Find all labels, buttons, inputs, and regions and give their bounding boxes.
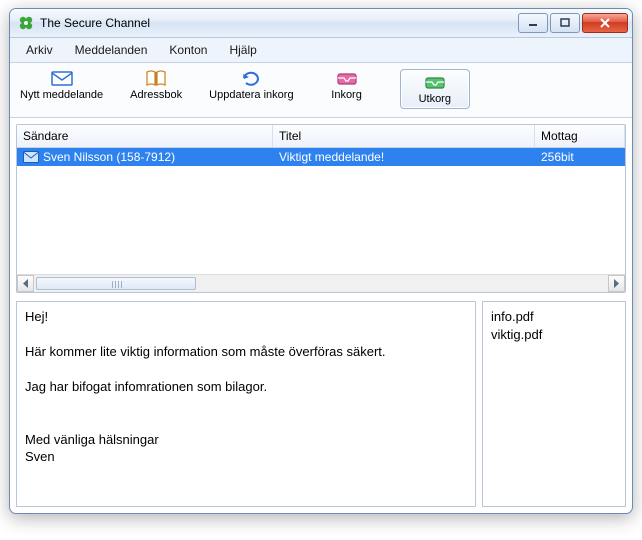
preview-panes: Hej! Här kommer lite viktig information …: [16, 301, 626, 507]
attachments-pane: info.pdf viktig.pdf: [482, 301, 626, 507]
book-icon: [145, 69, 167, 87]
client-area: Sändare Titel Mottag Sven Nilsson (158-7…: [10, 118, 632, 513]
outbox-icon: [424, 73, 446, 91]
col-received[interactable]: Mottag: [535, 125, 625, 147]
menubar: Arkiv Meddelanden Konton Hjälp: [10, 38, 632, 63]
column-headers: Sändare Titel Mottag: [17, 125, 625, 148]
col-title[interactable]: Titel: [273, 125, 535, 147]
scroll-track[interactable]: [34, 275, 608, 292]
refresh-label: Uppdatera inkorg: [209, 89, 293, 101]
grid-body: Sven Nilsson (158-7912) Viktigt meddelan…: [17, 148, 625, 274]
horizontal-scrollbar[interactable]: [17, 274, 625, 292]
outbox-label: Utkorg: [419, 93, 451, 105]
attachment-item[interactable]: viktig.pdf: [491, 326, 617, 344]
menu-meddelanden[interactable]: Meddelanden: [65, 40, 158, 60]
scroll-right-button[interactable]: [608, 275, 625, 292]
app-icon: [18, 15, 34, 31]
menu-arkiv[interactable]: Arkiv: [16, 40, 63, 60]
new-message-button[interactable]: Nytt meddelande: [20, 69, 103, 101]
menu-konton[interactable]: Konton: [159, 40, 217, 60]
toolbar: Nytt meddelande Adressbok Uppdatera inko…: [10, 63, 632, 118]
close-button[interactable]: [582, 13, 628, 33]
row-received: 256bit: [535, 150, 625, 164]
refresh-icon: [240, 69, 262, 87]
refresh-inbox-button[interactable]: Uppdatera inkorg: [209, 69, 293, 101]
app-window: The Secure Channel Arkiv Meddelanden Kon…: [9, 8, 633, 514]
window-title: The Secure Channel: [40, 16, 518, 30]
addressbook-button[interactable]: Adressbok: [121, 69, 191, 101]
table-row[interactable]: Sven Nilsson (158-7912) Viktigt meddelan…: [17, 148, 625, 166]
inbox-label: Inkorg: [331, 89, 362, 101]
minimize-button[interactable]: [518, 13, 548, 33]
row-title: Viktigt meddelande!: [273, 150, 535, 164]
envelope-icon: [51, 69, 73, 87]
menu-hjalp[interactable]: Hjälp: [219, 40, 266, 60]
inbox-icon: [336, 69, 358, 87]
message-body-pane[interactable]: Hej! Här kommer lite viktig information …: [16, 301, 476, 507]
col-sender[interactable]: Sändare: [17, 125, 273, 147]
titlebar: The Secure Channel: [10, 9, 632, 38]
attachment-item[interactable]: info.pdf: [491, 308, 617, 326]
inbox-button[interactable]: Inkorg: [312, 69, 382, 101]
message-list: Sändare Titel Mottag Sven Nilsson (158-7…: [16, 124, 626, 293]
scroll-thumb[interactable]: [36, 277, 196, 290]
new-message-label: Nytt meddelande: [20, 89, 103, 101]
message-envelope-icon: [23, 151, 39, 163]
outbox-button[interactable]: Utkorg: [400, 69, 470, 109]
row-sender: Sven Nilsson (158-7912): [43, 150, 175, 164]
addressbook-label: Adressbok: [130, 89, 182, 101]
scroll-left-button[interactable]: [17, 275, 34, 292]
window-controls: [518, 13, 628, 33]
maximize-button[interactable]: [550, 13, 580, 33]
